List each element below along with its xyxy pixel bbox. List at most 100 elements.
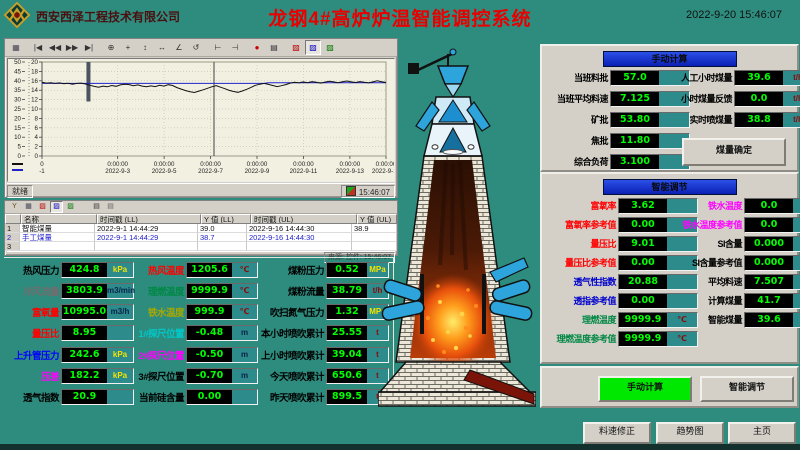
svg-text:45: 45 (14, 68, 21, 75)
field-label: 透气指数 (4, 390, 59, 404)
cursor-right-icon[interactable]: ⊣ (227, 40, 243, 55)
table-row[interactable]: 3 (5, 242, 397, 251)
field-label: 上小时喷吹累计 (258, 348, 324, 362)
value-display: 0.0 ℃ (744, 198, 800, 214)
copy-icon[interactable]: ▤ (104, 201, 117, 213)
manual-field: 矿批 53.80 (546, 112, 690, 127)
separator[interactable] (25, 41, 29, 54)
separator[interactable] (205, 41, 209, 54)
pen-red-icon[interactable]: ▨ (288, 40, 304, 55)
value-display: 9999.9 ℃ (618, 331, 698, 347)
status-clock-icon (346, 186, 356, 196)
value-display: -0.48 m (186, 325, 258, 341)
svg-text:0:00:00: 0:00:00 (200, 161, 221, 168)
go-last-icon[interactable]: ▶| (81, 40, 97, 55)
chart-config-icon[interactable]: ▦ (8, 40, 24, 55)
pan-icon[interactable]: + (120, 40, 136, 55)
filter-icon[interactable]: Y (8, 201, 21, 213)
svg-text:30: 30 (14, 97, 21, 104)
pen-table-window: Y▦▨▨▨▤▤ 名称 时间戳 (LL) Y 值 (LL) 时间戳 (UL) Y … (4, 200, 398, 256)
field-label: 综合负荷 (546, 155, 608, 168)
reset-icon[interactable]: ↺ (188, 40, 204, 55)
stop-icon[interactable]: ● (249, 40, 265, 55)
col-y-ll: Y 值 (LL) (201, 214, 251, 224)
separator[interactable] (98, 41, 102, 54)
field-label: 量压比 (544, 237, 616, 250)
prev-page-icon[interactable]: ◀◀ (47, 40, 63, 55)
zoom-x-icon[interactable]: ↔ (154, 40, 170, 55)
separator[interactable] (283, 41, 287, 54)
pen-blue-icon[interactable]: ▨ (50, 201, 63, 213)
zoom-icon[interactable]: ⊕ (103, 40, 119, 55)
next-page-icon[interactable]: ▶▶ (64, 40, 80, 55)
field-label: 量压比参考值 (544, 256, 616, 269)
manual-calc-panel: 手动计算 当班料批 57.0 当班平均料速 7.125 矿批 53.80 (540, 44, 799, 172)
smart-field: 铁水温度 0.0 ℃ (670, 198, 800, 213)
process-field: 3#探尺位置 -0.70 m (134, 369, 258, 384)
separator[interactable] (78, 202, 89, 212)
process-field: 量压比 8.95 (4, 326, 134, 341)
home-button[interactable]: 主页 (728, 422, 796, 444)
table-row[interactable]: 1 智能煤量 2022-9-1 14:44:29 39.0 2022-9-16 … (5, 224, 397, 233)
trend-chart-window: ▦|◀◀◀▶▶▶|⊕+↕↔∠↺⊢⊣●▤▨▨▨ 05101520253035404… (4, 38, 398, 198)
field-label: 人工小时煤量 (670, 71, 732, 84)
field-label: 实时喷煤量 (670, 113, 732, 126)
value-display: -0.50 m (186, 347, 258, 363)
table-toolbar: Y▦▨▨▨▤▤ (5, 201, 397, 214)
field-label: SI含量 (670, 237, 742, 250)
value-display: 0.000 (744, 236, 800, 252)
value-display: 3.100 (610, 154, 690, 170)
field-label: 铁水温度 (134, 305, 184, 319)
field-label: 压差 (4, 369, 59, 383)
svg-text:0:00:00: 0:00:00 (247, 161, 268, 168)
grid-icon[interactable]: ▦ (22, 201, 35, 213)
smart-field: 铁水温度参考值 0.0 (670, 217, 800, 232)
material-speed-correction-button[interactable]: 料速修正 (583, 422, 651, 444)
trend-plot-area[interactable]: 05101520253035404550024681012141618200-1… (7, 58, 395, 182)
svg-text:0:00:00: 0:00:00 (293, 161, 314, 168)
svg-text:2022-9-11: 2022-9-11 (290, 168, 318, 175)
separator[interactable] (244, 41, 248, 54)
svg-text:10: 10 (31, 106, 38, 113)
svg-text:0:00:00: 0:00:00 (340, 161, 361, 168)
trend-chart-button[interactable]: 趋势图 (656, 422, 724, 444)
field-label: SI含量参考值 (670, 256, 742, 269)
svg-text:10: 10 (14, 134, 21, 141)
svg-text:25: 25 (14, 106, 21, 113)
process-field: 冷风流量 3803.9 m3/min (4, 283, 134, 298)
process-field: 热风压力 424.8 kPa (4, 262, 134, 277)
value-display: 182.2 kPa (61, 368, 134, 384)
manual-field: 综合负荷 3.100 (546, 154, 690, 169)
table-row[interactable]: 2 手工煤量 2022-9-1 14:44:29 38.7 2022-9-16 … (5, 233, 397, 242)
field-label: 上升管压力 (4, 348, 59, 362)
process-field: 热风温度 1205.6 ℃ (134, 262, 258, 277)
print-icon[interactable]: ▤ (90, 201, 103, 213)
slope-icon[interactable]: ∠ (171, 40, 187, 55)
smart-adjust-button[interactable]: 智能调节 (700, 376, 794, 402)
field-label: 富氧量 (4, 305, 59, 319)
svg-text:8: 8 (35, 115, 39, 122)
manual-calc-button[interactable]: 手动计算 (598, 376, 692, 402)
field-label: 透气性指数 (544, 275, 616, 288)
pen-green-icon[interactable]: ▨ (64, 201, 77, 213)
svg-text:2022-9-13: 2022-9-13 (336, 168, 365, 175)
field-label: 理燃温度 (544, 313, 616, 326)
value-display: 41.7 t/h (744, 293, 800, 309)
go-first-icon[interactable]: |◀ (30, 40, 46, 55)
pen-blue-icon[interactable]: ▨ (305, 40, 321, 55)
field-label: 1#探尺位置 (134, 326, 184, 340)
zoom-y-icon[interactable]: ↕ (137, 40, 153, 55)
value-display: 20.9 (61, 389, 134, 405)
svg-text:20: 20 (31, 59, 38, 66)
smart-adjust-panel: 智能调节 富氧率 3.62 富氧率参考值 0.00 量压比 9.01 (540, 172, 799, 364)
svg-text:0:00:00: 0:00:00 (107, 161, 128, 168)
process-data-panel: 热风压力 424.8 kPa 热风温度 1205.6 ℃ 煤粉压力 0.52 M… (4, 257, 394, 405)
cursor-left-icon[interactable]: ⊢ (210, 40, 226, 55)
manual-field: 当班料批 57.0 (546, 70, 690, 85)
pen-table: 名称 时间戳 (LL) Y 值 (LL) 时间戳 (UL) Y 值 (UL) 1… (5, 214, 397, 251)
pen-green-icon[interactable]: ▨ (322, 40, 338, 55)
coal-confirm-button[interactable]: 煤量确定 (682, 138, 786, 166)
pen-red-icon[interactable]: ▨ (36, 201, 49, 213)
print-icon[interactable]: ▤ (266, 40, 282, 55)
field-label: 本小时喷吹累计 (258, 326, 324, 340)
